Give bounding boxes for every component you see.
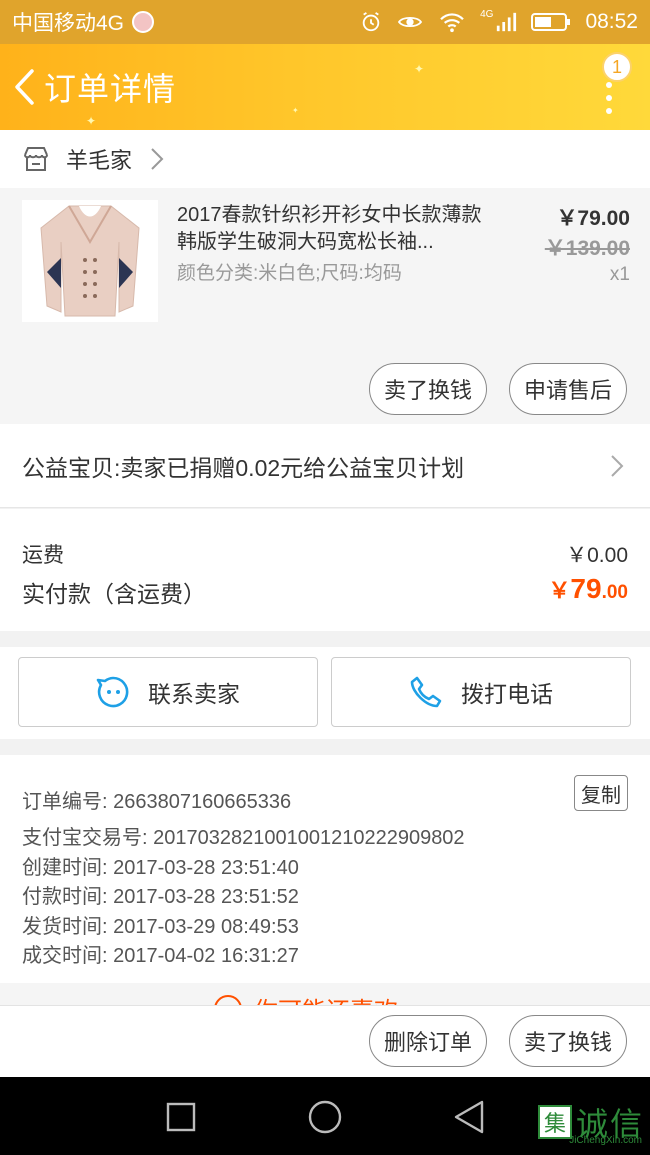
product-original-price: ￥139.00 — [544, 237, 630, 260]
product-image[interactable] — [22, 200, 158, 322]
bottom-action-bar: 删除订单 卖了换钱 — [0, 1005, 650, 1077]
message-badge[interactable]: 1 — [602, 52, 632, 82]
after-sale-button[interactable]: 申请售后 — [509, 363, 627, 415]
signal-icon — [497, 12, 517, 32]
home-icon[interactable] — [307, 1099, 343, 1135]
paid-currency: ￥ — [548, 578, 571, 603]
product-spec: 颜色分类:米白色;尺码:均码 — [177, 263, 402, 284]
shop-name: 羊毛家 — [66, 148, 133, 173]
page-title: 订单详情 — [44, 71, 177, 107]
system-nav-bar: 集 诚信 JiChengXin.com — [0, 1077, 650, 1155]
completed-time: 成交时间: 2017-04-02 16:31:27 — [22, 945, 299, 967]
shipping-label: 运费 — [22, 544, 64, 567]
back-button[interactable] — [4, 44, 44, 130]
recommend-header: 你可能还喜欢 — [0, 983, 650, 1005]
contact-section: 联系卖家 拨打电话 — [0, 647, 650, 739]
alarm-icon — [362, 12, 380, 32]
shipping-value: ￥0.00 — [566, 544, 628, 567]
contact-seller-label: 联系卖家 — [148, 681, 240, 707]
recommend-title: 你可能还喜欢 — [254, 991, 398, 1005]
sparkle-decoration: ✦ — [86, 114, 97, 128]
delete-order-button[interactable]: 删除订单 — [369, 1015, 487, 1067]
wifi-icon — [440, 13, 464, 33]
watermark-site: JiChengXin.com — [569, 1135, 642, 1146]
title-bar: ✦ ✦ ✦ 订单详情 1 — [0, 44, 650, 130]
shipped-time: 发货时间: 2017-03-29 08:49:53 — [22, 916, 299, 938]
back-icon[interactable] — [452, 1099, 486, 1135]
sell-button[interactable]: 卖了换钱 — [369, 363, 487, 415]
eye-icon — [397, 16, 423, 28]
sparkle-decoration: ✦ — [414, 62, 425, 76]
sparkle-decoration: ✦ — [292, 106, 299, 115]
created-time: 创建时间: 2017-03-28 23:51:40 — [22, 857, 299, 879]
recent-apps-icon[interactable] — [165, 1101, 197, 1133]
shop-row[interactable]: 羊毛家 — [0, 130, 650, 188]
watermark-logo: 集 — [537, 1105, 572, 1139]
chat-face-icon — [96, 676, 129, 708]
paid-decimal: .00 — [601, 582, 628, 603]
paid-amount: ￥79.00 — [548, 573, 628, 605]
product-quantity: x1 — [609, 264, 630, 285]
back-arrow-icon — [15, 69, 34, 105]
sell-bottom-button[interactable]: 卖了换钱 — [509, 1015, 627, 1067]
order-info: 订单编号: 2663807160665336 复制 支付宝交易号: 201703… — [0, 755, 650, 983]
charity-text: 公益宝贝:卖家已捐赠0.02元给公益宝贝计划 — [22, 454, 465, 481]
paid-time: 付款时间: 2017-03-28 23:51:52 — [22, 886, 299, 908]
product-price: ￥79.00 — [556, 207, 630, 230]
clock: 08:52 — [585, 10, 638, 33]
call-phone-button[interactable]: 拨打电话 — [331, 657, 631, 727]
product-title[interactable]: 2017春款针织衫开衫女中长款薄款韩版学生破洞大码宽松长袖... — [177, 202, 497, 256]
app-notification-icon — [132, 11, 155, 33]
shop-icon — [24, 147, 48, 171]
copy-button[interactable]: 复制 — [574, 775, 628, 811]
order-number: 订单编号: 2663807160665336 — [22, 791, 292, 813]
more-menu-icon[interactable] — [606, 82, 612, 121]
network-type: 4G — [480, 8, 494, 20]
paid-label: 实付款（含运费） — [22, 581, 206, 607]
fee-section: 运费 ￥0.00 实付款（含运费） ￥79.00 — [0, 509, 650, 631]
battery-icon — [531, 13, 571, 31]
phone-icon — [410, 676, 442, 708]
chevron-right-icon — [611, 454, 624, 477]
recommend-title-row: 你可能还喜欢 — [214, 991, 398, 1005]
cardigan-image — [40, 205, 140, 317]
call-phone-label: 拨打电话 — [461, 681, 553, 707]
contact-seller-button[interactable]: 联系卖家 — [18, 657, 318, 727]
recommend-icon — [214, 994, 242, 1005]
status-icons: 4G 08:52 — [360, 8, 638, 34]
carrier-label: 中国移动4G — [12, 12, 125, 35]
status-bar: 中国移动4G 4G 08:52 — [0, 0, 650, 44]
paid-integer: 79 — [570, 573, 602, 604]
chevron-right-icon — [151, 148, 164, 170]
charity-row[interactable]: 公益宝贝:卖家已捐赠0.02元给公益宝贝计划 — [0, 424, 650, 508]
carrier-area: 中国移动4G — [12, 7, 360, 37]
product-card[interactable]: 2017春款针织衫开衫女中长款薄款韩版学生破洞大码宽松长袖... 颜色分类:米白… — [0, 188, 650, 424]
alipay-trade-number: 支付宝交易号: 2017032821001001210222909802 — [22, 827, 465, 849]
